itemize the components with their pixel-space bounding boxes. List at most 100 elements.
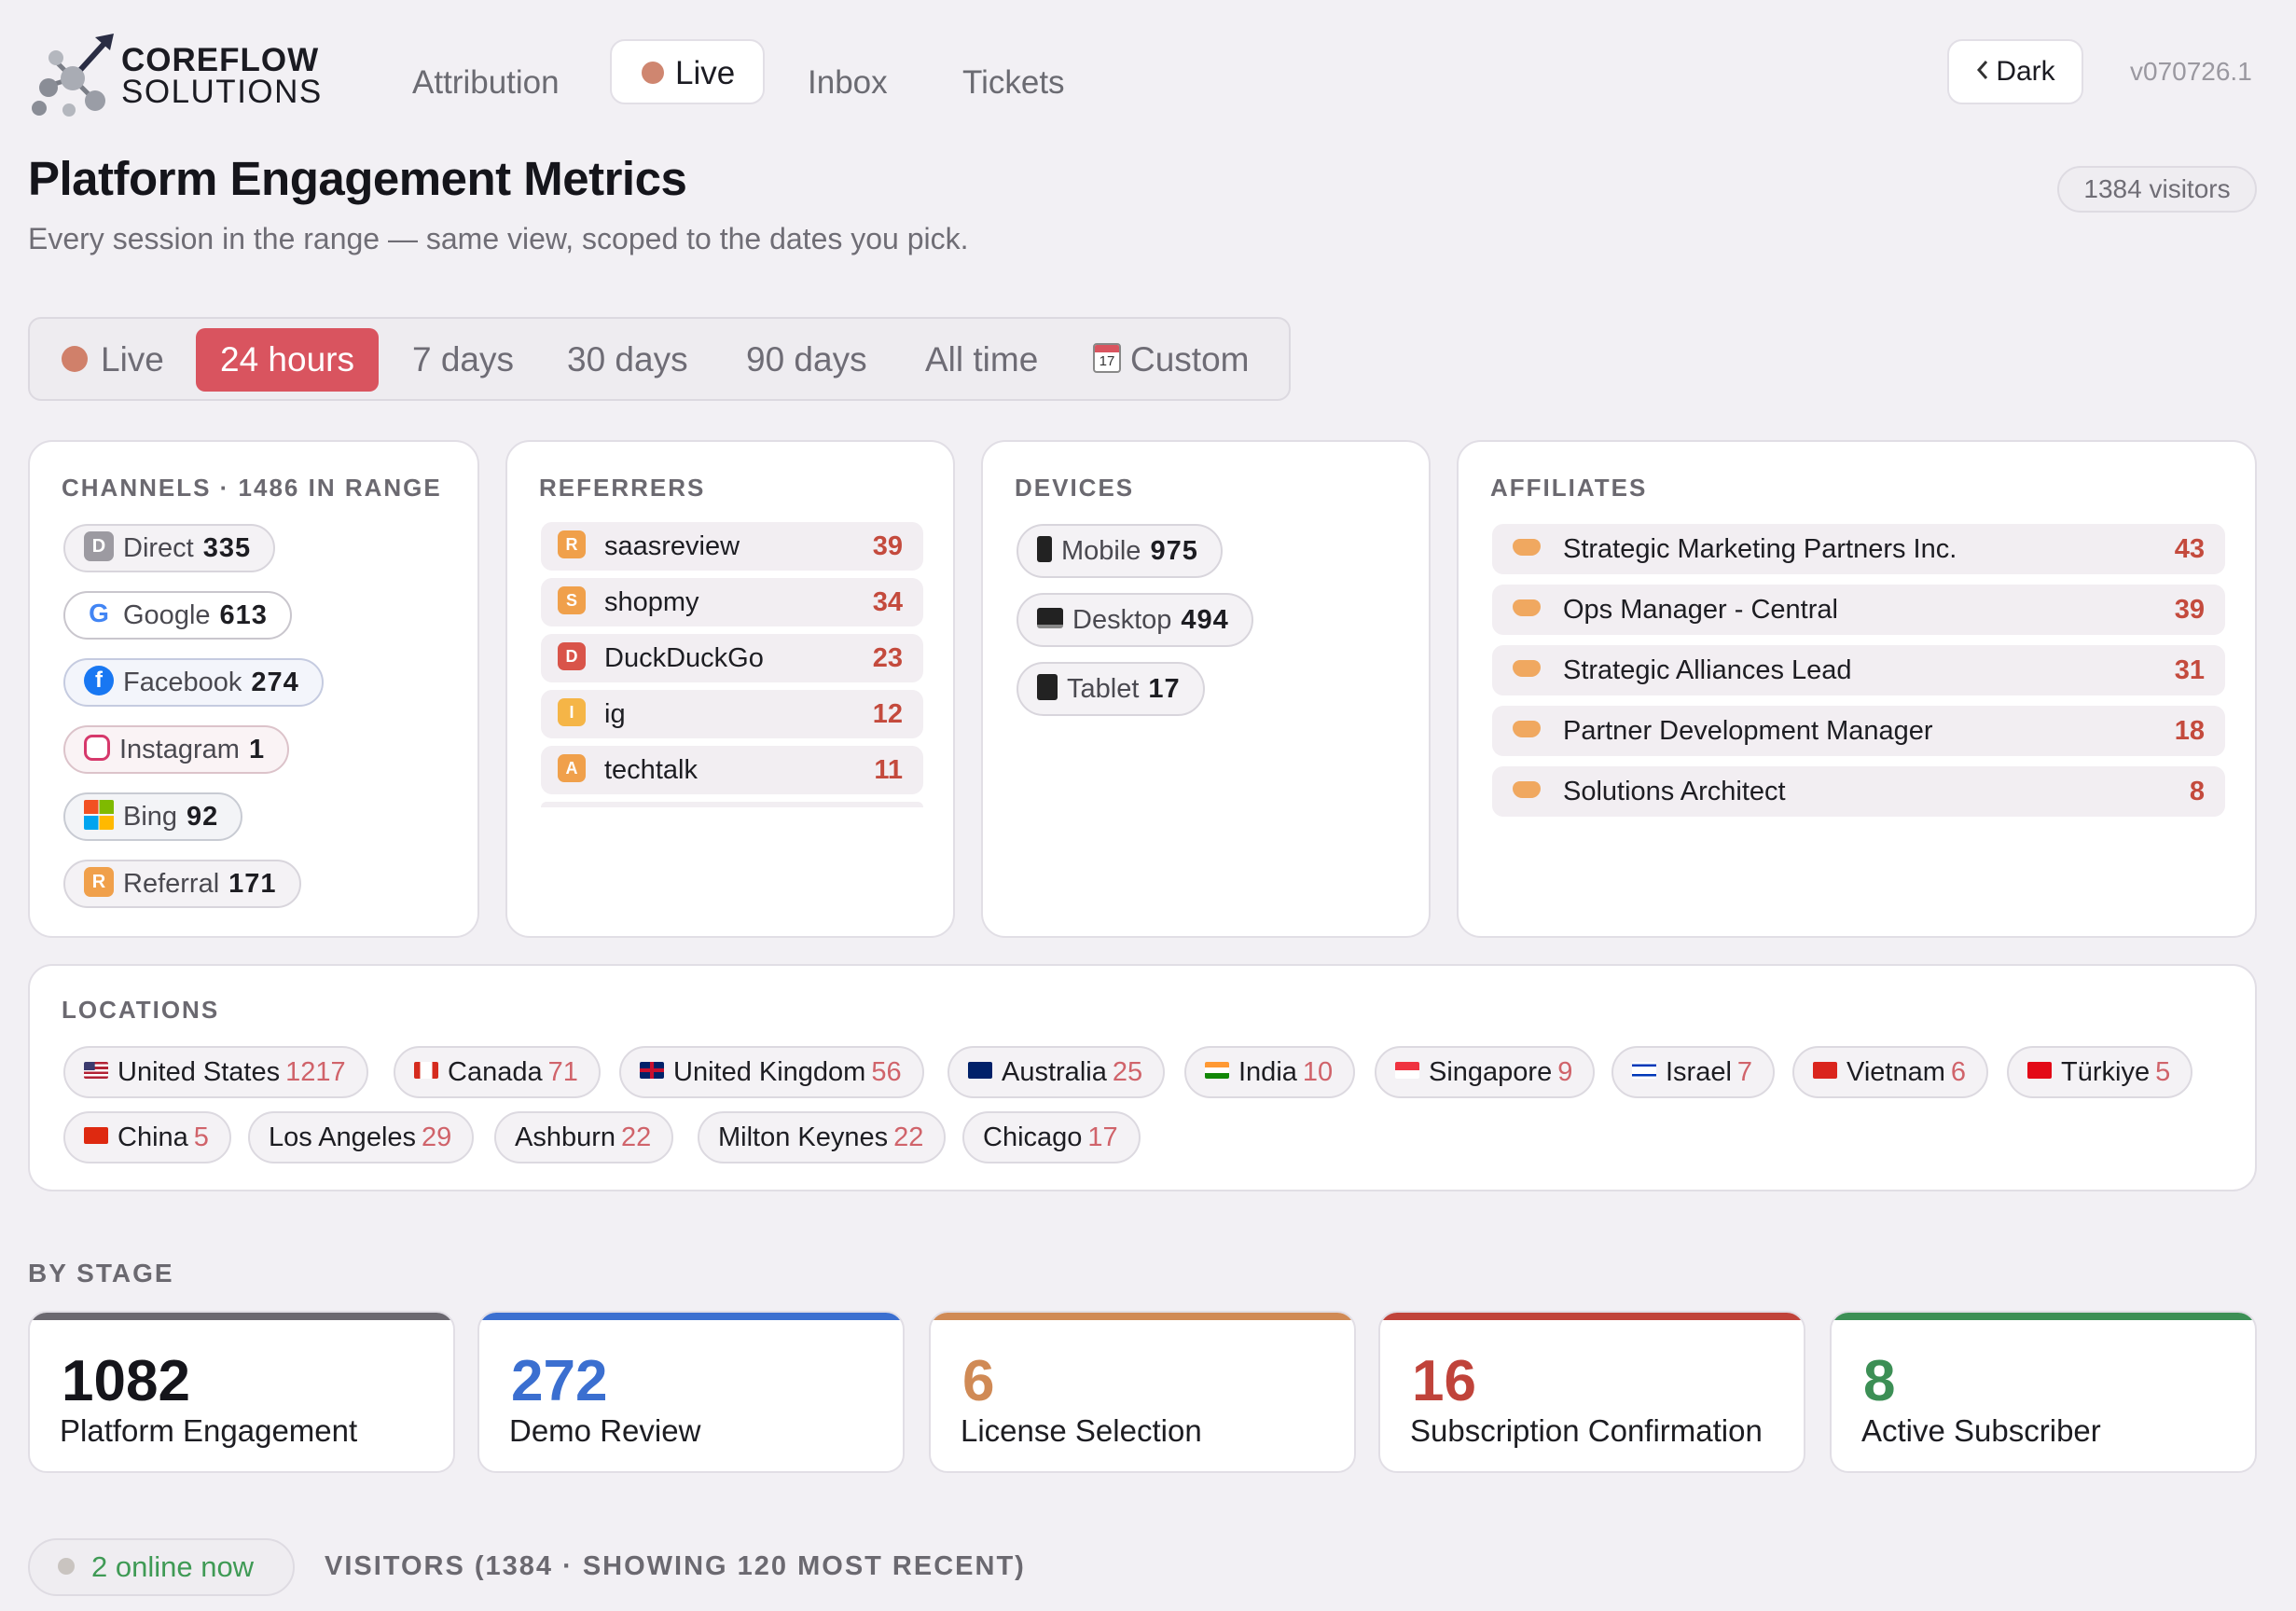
referrer-count: 12: [872, 699, 903, 729]
status-dot-icon: [58, 1557, 75, 1575]
referrer-count: 34: [872, 587, 903, 617]
us-flag-icon: [84, 1062, 108, 1080]
referrer-name: DuckDuckGo: [604, 643, 764, 673]
location-chip-united-kingdom[interactable]: United Kingdom 56: [619, 1046, 924, 1098]
china-flag-icon: [84, 1127, 108, 1145]
range-tab-90-days[interactable]: 90 days: [746, 328, 867, 392]
channel-name: Referral: [123, 869, 220, 899]
referrer-row-ig[interactable]: Iig 12: [541, 690, 923, 738]
location-chip-singapore[interactable]: Singapore 9: [1375, 1046, 1596, 1098]
location-name: China: [118, 1122, 188, 1152]
google-icon: G: [84, 599, 114, 629]
channel-chip-direct[interactable]: D Direct 335: [63, 524, 276, 572]
referrer-list-overflow-edge: [541, 802, 923, 807]
visitors-heading: VISITORS (1384 · SHOWING 120 MOST RECENT…: [325, 1551, 1026, 1581]
affiliate-count: 39: [2174, 595, 2205, 625]
uk-flag-icon: [640, 1062, 664, 1080]
stage-label: Active Subscriber: [1861, 1413, 2101, 1448]
channel-chip-instagram[interactable]: Instagram 1: [63, 725, 290, 774]
brand-logo[interactable]: COREFLOW SOLUTIONS: [28, 30, 326, 119]
theme-toggle-button[interactable]: Dark: [1947, 39, 2083, 104]
affiliate-row[interactable]: Partner Development Manager 18: [1492, 706, 2225, 756]
affiliate-count: 18: [2174, 716, 2205, 746]
stage-color-bar: [30, 1313, 453, 1320]
range-tab-24-hours[interactable]: 24 hours: [196, 328, 379, 392]
theme-toggle-label: Dark: [1996, 56, 2055, 87]
affiliate-row[interactable]: Ops Manager - Central 39: [1492, 585, 2225, 635]
stage-color-bar: [1832, 1313, 2255, 1320]
date-range-selector: Live 24 hours 7 days 30 days 90 days All…: [28, 317, 1291, 401]
stage-value: 16: [1412, 1349, 1476, 1413]
channel-name: Instagram: [119, 735, 240, 764]
nav-live[interactable]: Live: [610, 39, 766, 104]
location-count: 29: [422, 1122, 452, 1152]
stage-card-demo-review[interactable]: 272 Demo Review: [477, 1311, 905, 1473]
range-tab-7-days[interactable]: 7 days: [412, 328, 514, 392]
stage-card-platform-engagement[interactable]: 1082 Platform Engagement: [28, 1311, 455, 1473]
location-count: 56: [871, 1057, 902, 1087]
location-chip-china[interactable]: China 5: [63, 1111, 231, 1164]
stage-value: 8: [1863, 1349, 1896, 1413]
location-chip-united-states[interactable]: United States 1217: [63, 1046, 368, 1098]
referrers-card: REFERRERS Rsaasreview 39 Sshopmy 34 D DuckD…: [505, 440, 955, 938]
location-chip-india[interactable]: India 10: [1184, 1046, 1356, 1098]
australia-flag-icon: [968, 1062, 992, 1080]
stage-card-active-subscriber[interactable]: 8 Active Subscriber: [1830, 1311, 2257, 1473]
referrer-icon: S: [558, 586, 586, 615]
device-chip-mobile[interactable]: Mobile 975: [1017, 524, 1223, 578]
location-name: Singapore: [1429, 1057, 1553, 1087]
location-chip-milton-keynes[interactable]: Milton Keynes 22: [698, 1111, 947, 1164]
singapore-flag-icon: [1395, 1062, 1419, 1080]
channel-name: Facebook: [123, 668, 242, 697]
location-chip-australia[interactable]: Australia 25: [947, 1046, 1166, 1098]
affiliate-name: Strategic Alliances Lead: [1563, 655, 1852, 685]
channel-chip-google[interactable]: G Google 613: [63, 591, 292, 640]
affiliates-card: AFFILIATES Strategic Marketing Partners …: [1457, 440, 2257, 938]
mobile-icon: [1037, 536, 1052, 563]
device-chip-tablet[interactable]: Tablet 17: [1017, 662, 1205, 716]
stage-card-license-selection[interactable]: 6 License Selection: [929, 1311, 1356, 1473]
location-chip-turkiye[interactable]: Türkiye 5: [2007, 1046, 2193, 1098]
range-tab-live[interactable]: Live: [62, 328, 164, 392]
range-tab-custom[interactable]: 17 Custom: [1093, 328, 1249, 392]
range-tab-30-days[interactable]: 30 days: [567, 328, 688, 392]
online-now-badge: 2 online now: [28, 1538, 295, 1596]
location-chip-canada[interactable]: Canada 71: [394, 1046, 601, 1098]
location-chip-los-angeles[interactable]: Los Angeles 29: [248, 1111, 475, 1164]
referrer-name: techtalk: [604, 755, 698, 785]
stage-card-subscription-confirmation[interactable]: 16 Subscription Confirmation: [1378, 1311, 1805, 1473]
location-count: 22: [893, 1122, 924, 1152]
channel-chip-facebook[interactable]: f Facebook 274: [63, 658, 324, 707]
channel-chip-referral[interactable]: R Referral 171: [63, 860, 301, 908]
nav-live-label: Live: [675, 55, 736, 91]
location-name: United Kingdom: [673, 1057, 866, 1087]
tablet-icon: [1037, 674, 1058, 701]
affiliate-row[interactable]: Strategic Alliances Lead 31: [1492, 645, 2225, 695]
nav-attribution[interactable]: Attribution: [412, 50, 560, 116]
affiliate-row[interactable]: Solutions Architect 8: [1492, 766, 2225, 817]
referrer-row-duckduckgo[interactable]: D DuckDuckGo 23: [541, 634, 923, 682]
channel-chip-bing[interactable]: Bing 92: [63, 792, 243, 841]
location-chip-vietnam[interactable]: Vietnam 6: [1792, 1046, 1989, 1098]
location-chip-israel[interactable]: Israel 7: [1611, 1046, 1776, 1098]
referrer-row-shopmy[interactable]: Sshopmy 34: [541, 578, 923, 626]
page-subtitle: Every session in the range — same view, …: [28, 222, 969, 255]
location-count: 25: [1112, 1057, 1143, 1087]
location-count: 5: [193, 1122, 209, 1152]
location-chip-ashburn[interactable]: Ashburn 22: [494, 1111, 674, 1164]
referrer-icon: A: [558, 754, 586, 783]
direct-icon: D: [84, 531, 114, 562]
location-count: 5: [2155, 1057, 2171, 1087]
affiliate-name: Ops Manager - Central: [1563, 595, 1838, 625]
nav-tickets[interactable]: Tickets: [962, 50, 1065, 116]
brand-line-2: SOLUTIONS: [121, 74, 323, 110]
device-count: 494: [1181, 605, 1229, 635]
referrer-icon: R: [558, 530, 586, 559]
location-chip-chicago[interactable]: Chicago 17: [962, 1111, 1141, 1164]
referrer-row-techtalk[interactable]: Atechtalk 11: [541, 746, 923, 794]
device-chip-desktop[interactable]: Desktop 494: [1017, 593, 1253, 647]
range-tab-all-time[interactable]: All time: [925, 328, 1038, 392]
affiliate-row[interactable]: Strategic Marketing Partners Inc. 43: [1492, 524, 2225, 574]
nav-inbox[interactable]: Inbox: [808, 50, 888, 116]
referrer-row-saasreview[interactable]: Rsaasreview 39: [541, 522, 923, 571]
